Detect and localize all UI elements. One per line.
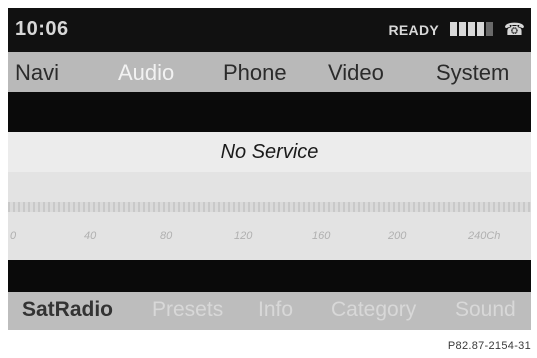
scale-tick-label: 240Ch [468, 230, 501, 242]
menu-item-presets[interactable]: Presets [152, 298, 223, 322]
clock: 10:06 [15, 18, 69, 40]
menu-item-video[interactable]: Video [328, 58, 384, 86]
station-info-area [8, 92, 531, 132]
signal-bar [450, 22, 457, 36]
channel-scale-ticks: 0 40 80 120 160 200 240Ch [8, 230, 531, 244]
status-bar: 10:06 READY ☎ [8, 8, 531, 52]
scale-tick-label: 120 [234, 230, 253, 242]
phone-handset-icon: ☎ [503, 20, 525, 39]
ready-status: READY [388, 22, 439, 38]
image-reference-code: P82.87-2154-31 [447, 340, 531, 352]
bottom-menu: SatRadio Presets Info Category Sound [8, 292, 531, 330]
scale-tick-label: 40 [84, 230, 97, 242]
signal-strength-icon [450, 22, 493, 36]
menu-item-category[interactable]: Category [331, 298, 416, 322]
signal-bar [459, 22, 466, 36]
menu-item-sound[interactable]: Sound [455, 298, 516, 322]
signal-bar [468, 22, 475, 36]
signal-bar [486, 22, 493, 36]
scale-tick-label: 200 [388, 230, 407, 242]
divider-band [8, 260, 531, 292]
head-unit-screen: 10:06 READY ☎ Navi Audio Phone Video Sys… [8, 8, 531, 330]
menu-item-navi[interactable]: Navi [15, 58, 59, 86]
channel-scale-bar [8, 202, 531, 212]
main-menu: Navi Audio Phone Video System [8, 52, 531, 92]
menu-item-audio[interactable]: Audio [118, 58, 174, 86]
scale-tick-label: 160 [312, 230, 331, 242]
signal-bar [477, 22, 484, 36]
channel-scale: 0 40 80 120 160 200 240Ch [8, 172, 531, 260]
menu-item-info[interactable]: Info [258, 298, 293, 322]
status-display: No Service [8, 132, 531, 172]
scale-tick-label: 80 [160, 230, 173, 242]
menu-item-phone[interactable]: Phone [223, 58, 287, 86]
menu-item-system[interactable]: System [436, 58, 509, 86]
scale-tick-label: 0 [10, 230, 17, 242]
no-service-text: No Service [220, 141, 319, 163]
menu-item-satradio[interactable]: SatRadio [22, 298, 113, 322]
